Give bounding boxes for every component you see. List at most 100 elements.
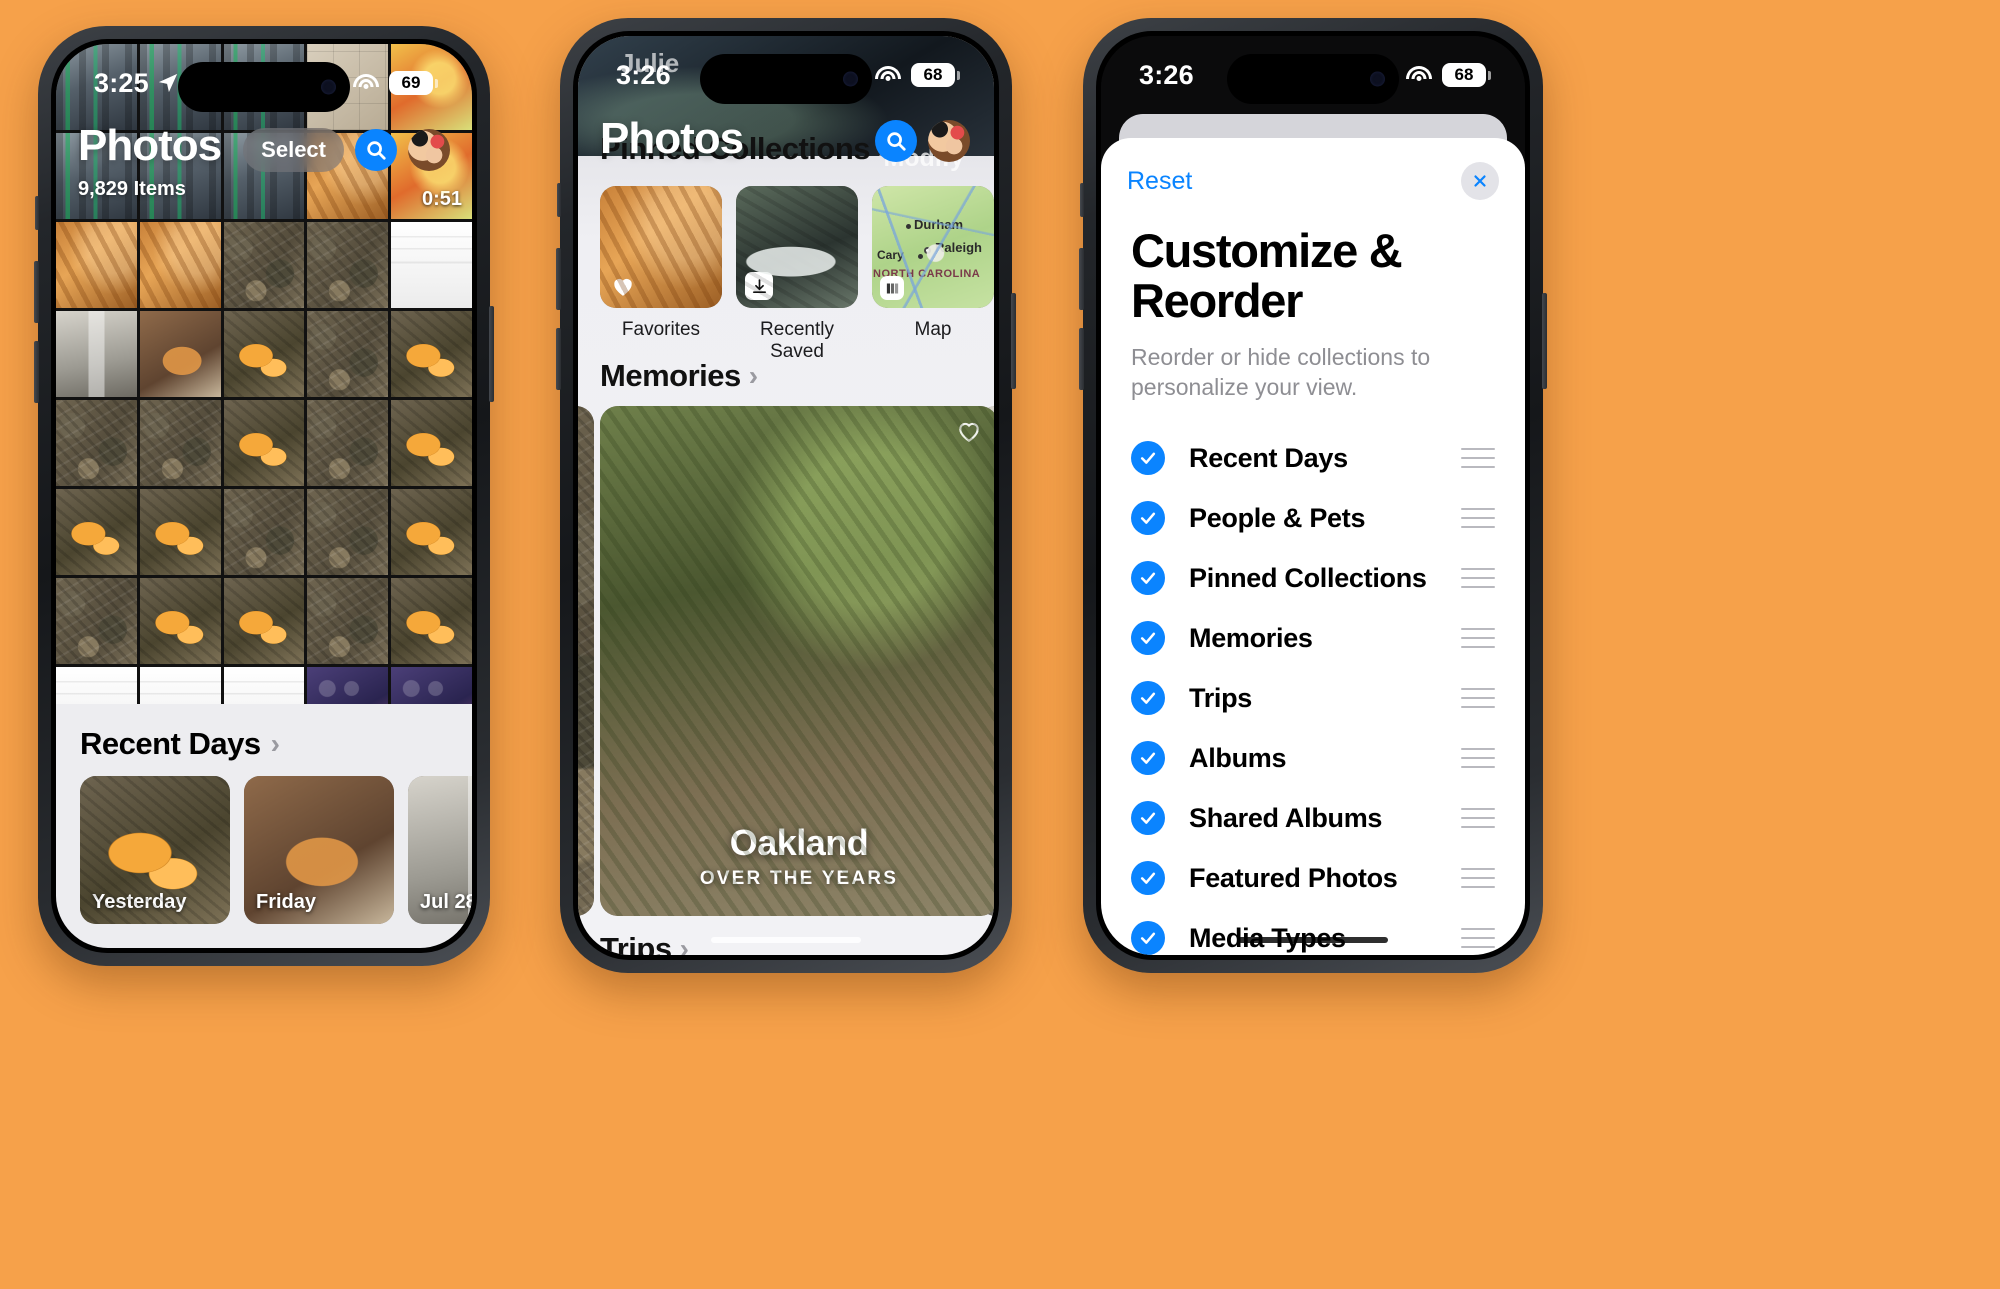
section-header-memories[interactable]: Memories › [600, 358, 758, 394]
drag-handle-icon[interactable] [1461, 628, 1495, 649]
section-header-trips[interactable]: Trips › [600, 931, 689, 955]
collection-row[interactable]: People & Pets [1101, 488, 1525, 548]
photo-thumb[interactable] [391, 489, 472, 575]
phone-1-screen: 0:51 0:23 3:25 69 Photos 9,829 Items Sel… [56, 44, 472, 948]
photo-thumb[interactable] [307, 578, 389, 664]
volume-down-button[interactable] [34, 341, 39, 403]
volume-down-button[interactable] [1079, 328, 1084, 390]
silent-switch[interactable] [557, 183, 561, 217]
photo-thumb[interactable] [139, 578, 221, 664]
pinned-collections-row[interactable]: Favorites Recently Saved Durham Raleigh … [600, 186, 994, 363]
photo-thumb[interactable] [56, 400, 137, 486]
photo-thumb[interactable] [56, 222, 137, 308]
drag-handle-icon[interactable] [1461, 808, 1495, 829]
wifi-icon [1406, 65, 1432, 85]
collection-row[interactable]: Featured Photos [1101, 848, 1525, 908]
phone-2: Julie 3:26 SOS 68 [556, 18, 1016, 973]
memory-card[interactable]: Oakland OVER THE YEARS [600, 406, 994, 916]
home-indicator [1238, 937, 1388, 943]
checkmark-icon[interactable] [1131, 561, 1165, 596]
select-button[interactable]: Select [243, 128, 344, 172]
memory-card-previous[interactable] [578, 406, 594, 916]
avatar[interactable] [928, 120, 970, 162]
photo-thumb[interactable] [307, 400, 389, 486]
volume-up-button[interactable] [556, 248, 561, 310]
pinned-collection-item[interactable]: Recently Saved [736, 186, 858, 363]
photo-thumb[interactable] [139, 222, 221, 308]
drag-handle-icon[interactable] [1461, 688, 1495, 709]
photo-thumb[interactable] [56, 578, 137, 664]
photo-thumb[interactable] [223, 578, 305, 664]
chevron-right-icon: › [270, 728, 280, 759]
sheet-description: Reorder or hide collections to personali… [1131, 343, 1431, 400]
volume-up-button[interactable] [34, 261, 39, 323]
pinned-thumb[interactable] [600, 186, 722, 308]
photo-thumb[interactable] [223, 311, 305, 397]
collection-row[interactable]: Pinned Collections [1101, 548, 1525, 608]
photo-thumb[interactable] [139, 311, 221, 397]
power-button[interactable] [1011, 293, 1016, 389]
avatar[interactable] [408, 129, 450, 171]
photo-thumb[interactable] [223, 489, 305, 575]
checkmark-icon[interactable] [1131, 501, 1165, 536]
drag-handle-icon[interactable] [1461, 448, 1495, 469]
reset-button[interactable]: Reset [1127, 167, 1192, 196]
recent-day-label: Jul 28 [420, 891, 472, 913]
collection-row[interactable]: Memories [1101, 608, 1525, 668]
collection-row[interactable]: Media Types [1101, 908, 1525, 955]
checkmark-icon[interactable] [1131, 441, 1165, 476]
pinned-thumb-map[interactable]: Durham Raleigh Cary NORTH CAROLINA [872, 186, 994, 308]
photo-thumb[interactable] [391, 400, 472, 486]
battery-level: 69 [389, 71, 433, 95]
volume-up-button[interactable] [1079, 248, 1084, 310]
pinned-thumb[interactable] [736, 186, 858, 308]
drag-handle-icon[interactable] [1461, 748, 1495, 769]
checkmark-icon[interactable] [1131, 621, 1165, 656]
recent-days-row[interactable]: Yesterday Friday Jul 28 [56, 776, 472, 924]
collection-label: Recent Days [1189, 442, 1348, 473]
checkmark-icon[interactable] [1131, 921, 1165, 955]
collection-row[interactable]: Recent Days [1101, 428, 1525, 488]
search-button[interactable] [355, 129, 397, 171]
photo-thumb[interactable] [56, 489, 137, 575]
photo-thumb[interactable] [56, 311, 137, 397]
recent-day-card[interactable]: Jul 28 [408, 776, 472, 924]
photo-thumb[interactable] [139, 489, 221, 575]
photo-thumb[interactable] [391, 578, 472, 664]
checkmark-icon[interactable] [1131, 861, 1165, 896]
volume-down-button[interactable] [556, 328, 561, 390]
drag-handle-icon[interactable] [1461, 868, 1495, 889]
recent-day-card[interactable]: Friday [244, 776, 394, 924]
section-header-people-pets[interactable]: People & Pets › [56, 924, 472, 948]
power-button[interactable] [1542, 293, 1547, 389]
heart-outline-icon[interactable] [956, 418, 982, 451]
checkmark-icon[interactable] [1131, 801, 1165, 836]
photo-thumb[interactable]: 0:23 [391, 222, 472, 308]
photo-thumb[interactable] [223, 222, 305, 308]
photo-thumb[interactable] [307, 489, 389, 575]
drag-handle-icon[interactable] [1461, 568, 1495, 589]
pinned-collection-item[interactable]: Favorites [600, 186, 722, 363]
status-left: 3:25 [94, 68, 179, 99]
close-button[interactable] [1461, 162, 1499, 200]
checkmark-icon[interactable] [1131, 741, 1165, 776]
photo-thumb[interactable] [307, 311, 389, 397]
silent-switch[interactable] [35, 196, 39, 230]
recent-day-card[interactable]: Yesterday [80, 776, 230, 924]
photo-thumb[interactable] [139, 400, 221, 486]
drag-handle-icon[interactable] [1461, 508, 1495, 529]
checkmark-icon[interactable] [1131, 681, 1165, 716]
power-button[interactable] [489, 306, 494, 402]
photo-thumb[interactable] [307, 222, 389, 308]
photo-thumb[interactable] [223, 400, 305, 486]
collection-label: Trips [1189, 682, 1253, 713]
search-button[interactable] [875, 120, 917, 162]
section-header-recent-days[interactable]: Recent Days › [56, 704, 472, 776]
collection-row[interactable]: Albums [1101, 728, 1525, 788]
collection-row[interactable]: Shared Albums [1101, 788, 1525, 848]
pinned-collection-item[interactable]: Durham Raleigh Cary NORTH CAROLINA Map [872, 186, 994, 363]
silent-switch[interactable] [1080, 183, 1084, 217]
drag-handle-icon[interactable] [1461, 928, 1495, 949]
photo-thumb[interactable] [391, 311, 472, 397]
collection-row[interactable]: Trips [1101, 668, 1525, 728]
